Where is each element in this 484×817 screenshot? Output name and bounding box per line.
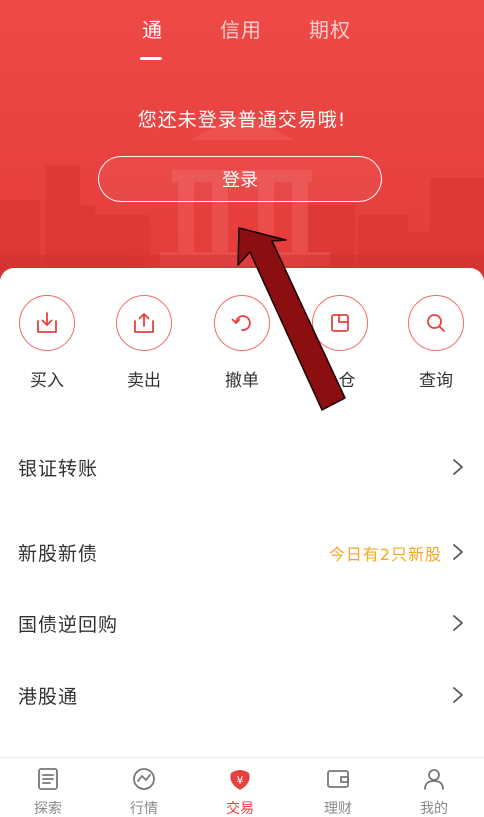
trade-header: 通 信用 期权 您还未登录普通交易哦! 登录 [0,0,484,300]
menu-label: 银证转账 [18,458,99,480]
quick-actions: 买入 卖出 撤单 仓 查询 [0,295,484,395]
new-stock-count-hint: 今日有2只新股 [328,545,442,564]
search-icon [408,295,464,351]
menu-hk-stock-connect[interactable]: 港股通 [0,664,484,724]
nav-item-explore[interactable]: 探索 [0,764,96,817]
query-button[interactable]: 查询 [396,295,476,391]
trade-page: 通 信用 期权 您还未登录普通交易哦! 登录 买入 卖出 撤单 仓 查询 银证转… [0,0,484,817]
cancel-order-label: 撤单 [225,371,259,391]
buy-icon [19,295,75,351]
nav-label: 交易 [226,801,254,817]
chevron-right-icon [453,687,463,703]
sell-icon [116,295,172,351]
wallet-icon [323,764,353,794]
account-type-tabs: 通 信用 期权 [0,14,484,60]
chevron-right-icon [453,615,463,631]
menu-label: 国债逆回购 [18,614,119,636]
tab-credit[interactable]: 信用 [220,14,262,43]
nav-item-market[interactable]: 行情 [96,764,192,817]
login-button[interactable]: 登录 [98,156,382,202]
menu-new-stocks-bonds[interactable]: 新股新债 今日有2只新股 [0,521,484,581]
chevron-right-icon [453,459,463,475]
menu-bank-securities-transfer[interactable]: 银证转账 [0,436,484,496]
nav-label: 行情 [130,801,158,817]
buy-button[interactable]: 买入 [7,295,87,391]
query-label: 查询 [419,371,453,391]
nav-item-trade[interactable]: ¥ 交易 [192,764,288,817]
nav-item-mine[interactable]: 我的 [386,764,482,817]
bottom-navigation-bar: 探索 行情 ¥ 交易 理财 我的 [0,757,484,817]
active-tab-indicator [140,57,162,60]
tab-normal[interactable]: 通 [142,14,163,43]
login-prompt-text: 您还未登录普通交易哦! [137,109,347,131]
position-label: 仓 [338,371,356,391]
nav-label: 探索 [34,801,62,817]
menu-treasury-reverse-repo[interactable]: 国债逆回购 [0,592,484,652]
menu-label: 新股新债 [18,543,99,565]
news-icon [33,764,63,794]
nav-item-wealth[interactable]: 理财 [290,764,386,817]
nav-label: 理财 [324,801,352,817]
position-icon [312,295,368,351]
buy-label: 买入 [30,371,64,391]
sell-label: 卖出 [127,371,161,391]
trade-icon: ¥ [225,764,255,794]
nav-label: 我的 [420,801,448,817]
svg-text:¥: ¥ [237,774,244,787]
profile-icon [419,764,449,794]
position-button[interactable]: 仓 [300,295,380,391]
cancel-order-icon [214,295,270,351]
trade-function-card: 买入 卖出 撤单 仓 查询 银证转账 新股新债 今日有2只新股 国债逆回购 港股… [0,268,484,760]
cancel-order-button[interactable]: 撤单 [202,295,282,391]
sell-button[interactable]: 卖出 [104,295,184,391]
market-icon [129,764,159,794]
chevron-right-icon [453,544,463,560]
menu-label: 港股通 [18,686,79,708]
tab-options[interactable]: 期权 [309,14,351,43]
